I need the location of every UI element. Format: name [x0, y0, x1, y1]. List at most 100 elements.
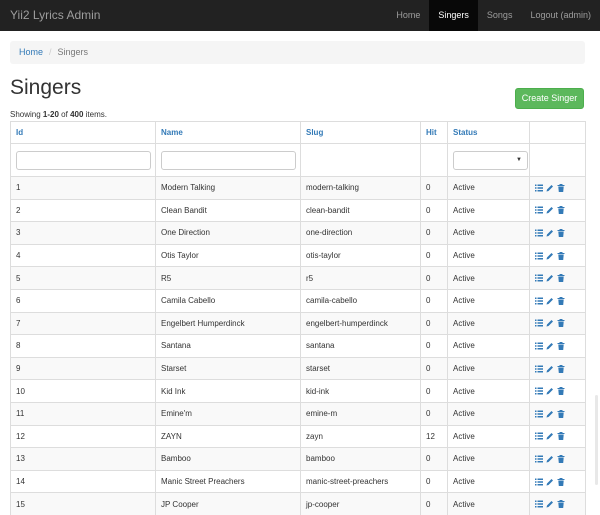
edit-icon[interactable] [546, 387, 554, 395]
cell-status: Active [447, 243, 530, 268]
edit-icon[interactable] [546, 455, 554, 463]
view-icon[interactable] [535, 365, 543, 373]
table-row: 5 R5 r5 0 Active [10, 266, 586, 290]
nav-home[interactable]: Home [387, 0, 429, 31]
cell-actions [529, 288, 586, 313]
cell-slug: emine-m [300, 401, 421, 426]
filter-status-select[interactable]: ▼ [453, 150, 528, 170]
scrollbar[interactable] [595, 395, 598, 485]
nav-logout[interactable]: Logout (admin) [521, 0, 600, 31]
filter-id-input[interactable] [16, 150, 151, 170]
breadcrumb: Home / Singers [10, 41, 585, 64]
view-icon[interactable] [535, 432, 543, 440]
cell-hit: 0 [420, 356, 448, 381]
nav-singers[interactable]: Singers [429, 0, 478, 31]
edit-icon[interactable] [546, 297, 554, 305]
delete-icon[interactable] [557, 387, 565, 396]
cell-slug: camila-cabello [300, 288, 421, 313]
delete-icon[interactable] [557, 319, 565, 328]
edit-icon[interactable] [546, 365, 554, 373]
edit-icon[interactable] [546, 229, 554, 237]
edit-icon[interactable] [546, 432, 554, 440]
cell-id: 2 [10, 198, 156, 223]
edit-icon[interactable] [546, 184, 554, 192]
column-header-name[interactable]: Name [155, 121, 301, 144]
delete-icon[interactable] [557, 251, 565, 260]
cell-name: JP Cooper [155, 492, 301, 515]
delete-icon[interactable] [557, 341, 565, 350]
view-icon[interactable] [535, 319, 543, 327]
edit-icon[interactable] [546, 274, 554, 282]
view-icon[interactable] [535, 342, 543, 350]
cell-status: Active [447, 356, 530, 381]
view-icon[interactable] [535, 410, 543, 418]
filter-cell-slug [300, 143, 421, 177]
delete-icon[interactable] [557, 477, 565, 486]
table-row: 14 Manic Street Preachers manic-street-pre… [10, 469, 586, 494]
cell-actions [529, 424, 586, 449]
cell-hit: 12 [420, 424, 448, 449]
column-header-status[interactable]: Status [447, 121, 530, 144]
delete-icon[interactable] [557, 206, 565, 215]
view-icon[interactable] [535, 455, 543, 463]
cell-actions [529, 356, 586, 381]
delete-icon[interactable] [557, 296, 565, 305]
column-header-slug[interactable]: Slug [300, 121, 421, 144]
nav-songs[interactable]: Songs [478, 0, 522, 31]
edit-icon[interactable] [546, 252, 554, 260]
column-header-id[interactable]: Id [10, 121, 156, 144]
delete-icon[interactable] [557, 364, 565, 373]
view-icon[interactable] [535, 252, 543, 260]
row-actions [535, 432, 585, 441]
table-row: 2 Clean Bandit clean-bandit 0 Active [10, 198, 586, 223]
row-actions [535, 477, 585, 486]
cell-slug: manic-street-preachers [300, 469, 421, 494]
cell-actions [529, 176, 586, 200]
delete-icon[interactable] [557, 228, 565, 237]
view-icon[interactable] [535, 500, 543, 508]
cell-id: 11 [10, 401, 156, 426]
edit-icon[interactable] [546, 342, 554, 350]
edit-icon[interactable] [546, 319, 554, 327]
view-icon[interactable] [535, 274, 543, 282]
cell-status: Active [447, 447, 530, 471]
cell-hit: 0 [420, 243, 448, 268]
delete-icon[interactable] [557, 409, 565, 418]
cell-actions [529, 492, 586, 515]
cell-name: ZAYN [155, 424, 301, 449]
column-header-hit[interactable]: Hit [420, 121, 448, 144]
cell-status: Active [447, 401, 530, 426]
row-actions [535, 500, 585, 509]
brand-link[interactable]: Yii2 Lyrics Admin [10, 0, 100, 31]
cell-hit: 0 [420, 379, 448, 403]
breadcrumb-home[interactable]: Home [19, 47, 43, 57]
edit-icon[interactable] [546, 410, 554, 418]
filter-name-input[interactable] [161, 150, 296, 170]
cell-hit: 0 [420, 176, 448, 200]
edit-icon[interactable] [546, 478, 554, 486]
delete-icon[interactable] [557, 274, 565, 283]
create-singer-button[interactable]: Create Singer [515, 88, 584, 109]
view-icon[interactable] [535, 229, 543, 237]
delete-icon[interactable] [557, 183, 565, 192]
edit-icon[interactable] [546, 206, 554, 214]
delete-icon[interactable] [557, 432, 565, 441]
breadcrumb-current: Singers [57, 47, 89, 57]
cell-id: 8 [10, 334, 156, 358]
row-actions [535, 409, 585, 418]
view-icon[interactable] [535, 184, 543, 192]
table-row: 8 Santana santana 0 Active [10, 334, 586, 358]
cell-status: Active [447, 221, 530, 245]
view-icon[interactable] [535, 478, 543, 486]
delete-icon[interactable] [557, 454, 565, 463]
cell-status: Active [447, 266, 530, 290]
cell-id: 3 [10, 221, 156, 245]
cell-name: Camila Cabello [155, 288, 301, 313]
edit-icon[interactable] [546, 500, 554, 508]
view-icon[interactable] [535, 297, 543, 305]
delete-icon[interactable] [557, 500, 565, 509]
cell-hit: 0 [420, 492, 448, 515]
view-icon[interactable] [535, 206, 543, 214]
view-icon[interactable] [535, 387, 543, 395]
cell-slug: modern-talking [300, 176, 421, 200]
